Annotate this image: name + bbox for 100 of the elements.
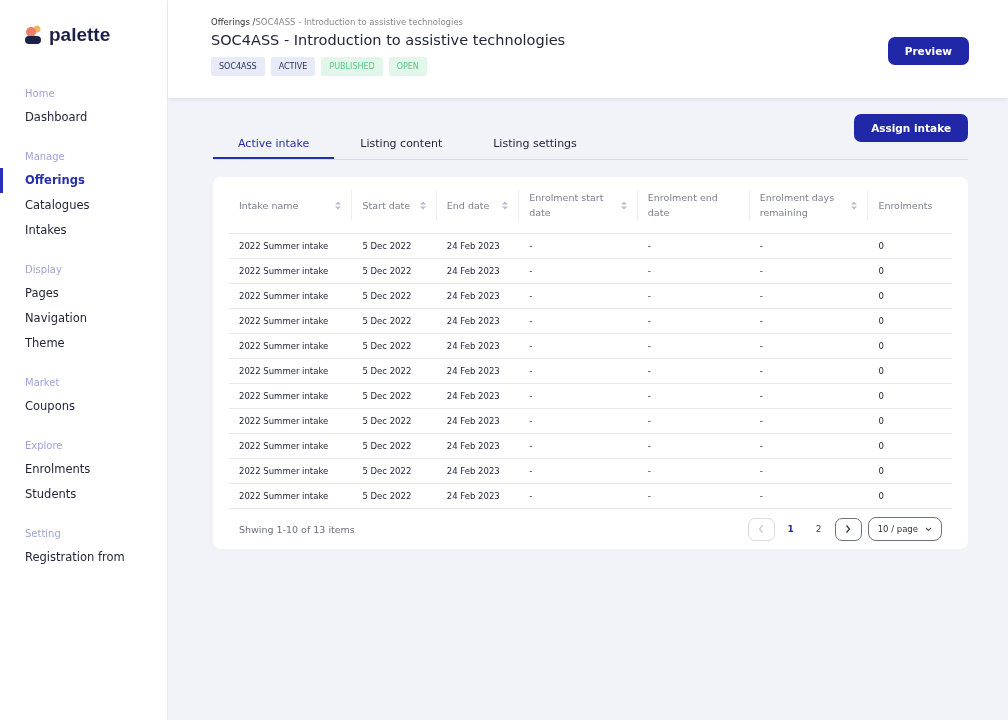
table-cell: 0	[878, 291, 884, 301]
table-cell: -	[759, 391, 763, 401]
assign-intake-button[interactable]: Assign intake	[854, 114, 968, 142]
page-size-select[interactable]: 10 / page	[867, 517, 942, 541]
table-cell: -	[529, 391, 533, 401]
column-header: Enrolment days remaining	[759, 191, 836, 220]
chevron-right-icon	[845, 525, 852, 533]
status-tag: OPEN	[388, 57, 427, 76]
tab[interactable]: Listing content	[335, 131, 468, 159]
table-cell: -	[529, 466, 533, 476]
table-cell: -	[647, 366, 651, 376]
sidebar-item[interactable]: Coupons	[0, 394, 167, 419]
pagination-summary: Shwing 1-10 of 13 items	[239, 523, 355, 535]
table-cell: 24 Feb 2023	[446, 366, 500, 376]
table-cell: 0	[878, 491, 884, 501]
table-cell: 2022 Summer intake	[239, 291, 329, 301]
sidebar-item[interactable]: Students	[0, 482, 167, 507]
column-header: Enrolments	[878, 198, 933, 213]
table-cell: -	[647, 491, 651, 501]
table-cell: 24 Feb 2023	[446, 466, 500, 476]
sidebar-item[interactable]: Catalogues	[0, 193, 167, 218]
page-number[interactable]: 1	[778, 517, 803, 541]
status-tag: SOC4ASS	[211, 57, 265, 76]
table-cell: 0	[878, 441, 884, 451]
table-cell: 5 Dec 2022	[362, 491, 412, 501]
next-page-button[interactable]	[834, 517, 862, 541]
table-cell: 0	[878, 366, 884, 376]
table-cell: -	[529, 441, 533, 451]
column-header: Start date	[362, 198, 411, 213]
sidebar-item[interactable]: Pages	[0, 281, 167, 306]
table-cell: -	[529, 291, 533, 301]
table-cell: 2022 Summer intake	[239, 466, 329, 476]
sidebar-item[interactable]: Navigation	[0, 306, 167, 331]
status-tag: ACTIVE	[270, 57, 316, 76]
table-cell: 5 Dec 2022	[362, 316, 412, 326]
table-cell: 5 Dec 2022	[362, 291, 412, 301]
table-cell: -	[647, 391, 651, 401]
table-cell: 5 Dec 2022	[362, 416, 412, 426]
chevron-left-icon	[758, 525, 765, 533]
table-cell: -	[647, 241, 651, 251]
table-cell: 5 Dec 2022	[362, 341, 412, 351]
table-cell: 0	[878, 341, 884, 351]
sidebar-item[interactable]: Registration from	[0, 545, 167, 570]
preview-button[interactable]: Preview	[887, 37, 969, 65]
table-cell: 2022 Summer intake	[239, 316, 329, 326]
table-cell: -	[759, 266, 763, 276]
table-cell: 5 Dec 2022	[362, 366, 412, 376]
table-cell: 2022 Summer intake	[239, 391, 329, 401]
tab[interactable]: Listing settings	[468, 131, 602, 159]
sidebar-section-title: Explore	[24, 440, 64, 451]
sidebar-section-title: Market	[24, 377, 61, 388]
table-cell: -	[529, 491, 533, 501]
table-cell: 5 Dec 2022	[362, 241, 412, 251]
table-cell: 5 Dec 2022	[362, 391, 412, 401]
table-cell: 2022 Summer intake	[239, 266, 329, 276]
sort-icon[interactable]	[851, 200, 858, 210]
page-number[interactable]: 2	[806, 517, 831, 541]
sidebar-item[interactable]: Enrolments	[0, 457, 167, 482]
sidebar-item[interactable]: Intakes	[0, 218, 167, 243]
status-tag: PUBLISHED	[321, 57, 383, 76]
table-cell: 2022 Summer intake	[239, 366, 329, 376]
table-cell: 24 Feb 2023	[446, 491, 500, 501]
sort-icon[interactable]	[620, 200, 627, 210]
sidebar-section-title: Setting	[24, 528, 62, 539]
breadcrumb-current: SOC4ASS - Introduction to assistive technologies	[255, 17, 464, 27]
sort-icon[interactable]	[419, 200, 426, 210]
table-cell: 0	[878, 266, 884, 276]
sidebar-section-title: Display	[24, 264, 63, 275]
table-cell: -	[529, 266, 533, 276]
table-cell: -	[759, 341, 763, 351]
table-cell: 24 Feb 2023	[446, 391, 500, 401]
table-cell: -	[759, 441, 763, 451]
table-cell: 24 Feb 2023	[446, 291, 500, 301]
table-cell: -	[529, 366, 533, 376]
table-cell: -	[647, 441, 651, 451]
breadcrumb-link[interactable]: Offerings /	[211, 17, 256, 27]
table-cell: -	[759, 491, 763, 501]
table-cell: 2022 Summer intake	[239, 416, 329, 426]
table-cell: -	[529, 341, 533, 351]
table-cell: -	[759, 291, 763, 301]
sort-icon[interactable]	[502, 200, 509, 210]
table-cell: -	[647, 341, 651, 351]
table-cell: -	[647, 316, 651, 326]
sort-icon[interactable]	[335, 200, 342, 210]
table-cell: 24 Feb 2023	[446, 266, 500, 276]
table-cell: -	[647, 291, 651, 301]
sidebar-section-title: Manage	[24, 151, 66, 162]
logo-text: palette	[49, 24, 111, 46]
tab[interactable]: Active intake	[213, 131, 335, 159]
table-cell: -	[759, 416, 763, 426]
table-cell: -	[647, 266, 651, 276]
table-cell: 5 Dec 2022	[362, 466, 412, 476]
sidebar-item[interactable]: Dashboard	[0, 105, 167, 130]
sidebar-item[interactable]: Theme	[0, 331, 167, 356]
table-cell: -	[759, 466, 763, 476]
column-header: Enrolment end date	[647, 191, 719, 220]
table-cell: -	[529, 241, 533, 251]
table-cell: -	[759, 366, 763, 376]
table-cell: 0	[878, 416, 884, 426]
sidebar-section-title: Home	[24, 88, 56, 99]
